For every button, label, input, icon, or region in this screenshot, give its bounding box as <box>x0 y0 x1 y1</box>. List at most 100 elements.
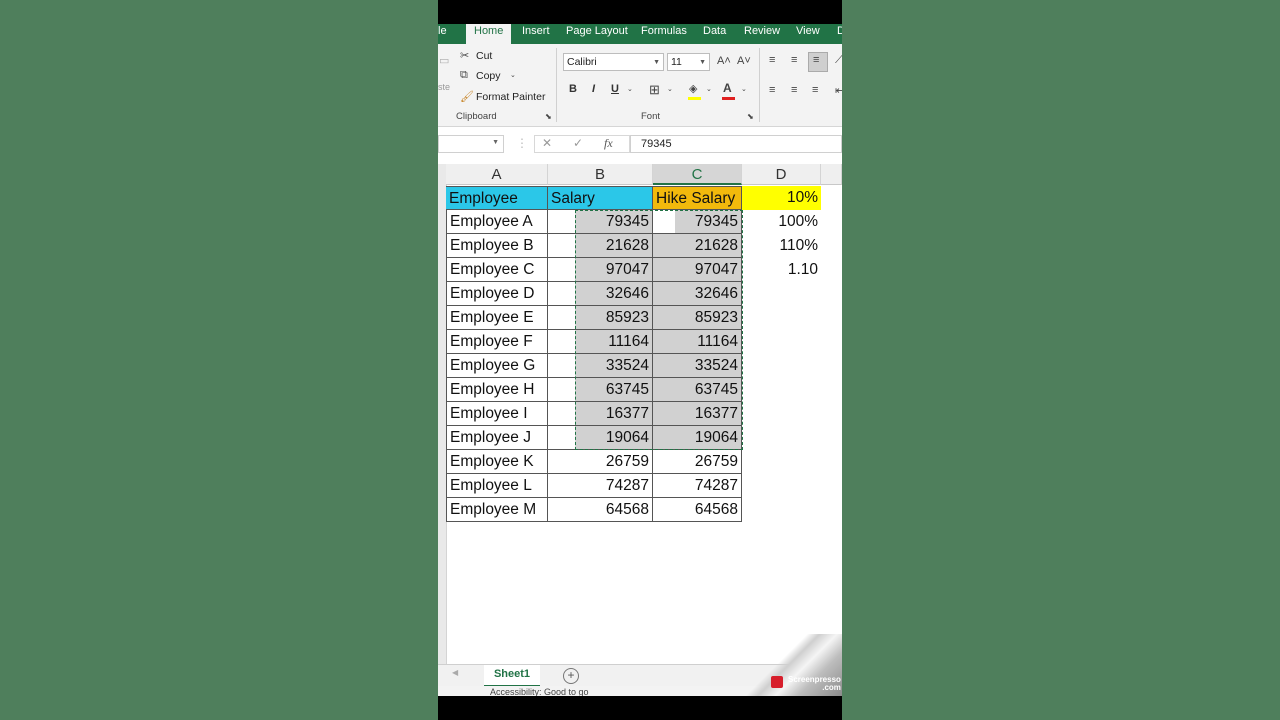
bold-button[interactable]: B <box>569 83 577 95</box>
column-header-b[interactable]: B <box>548 164 653 185</box>
dialog-launcher-icon[interactable]: ⬊ <box>545 112 552 121</box>
indent-icon[interactable]: ⇤ <box>835 84 842 97</box>
cell-employee-name[interactable]: Employee B <box>446 234 548 258</box>
align-middle-icon[interactable]: ≡ <box>791 54 797 66</box>
insert-function-button[interactable]: fx <box>604 136 613 151</box>
cell-c1[interactable]: Hike Salary <box>653 186 742 210</box>
tab-developer[interactable]: D <box>837 24 842 44</box>
cell-hike-salary[interactable]: 19064 <box>653 426 742 450</box>
copy-icon[interactable]: ⧉ <box>460 69 468 82</box>
font-name-dropdown[interactable]: Calibri ▼ <box>563 53 664 71</box>
column-header-c[interactable]: C <box>653 164 742 185</box>
underline-button[interactable]: U <box>611 83 619 95</box>
cell-a1[interactable]: Employee <box>446 186 548 210</box>
column-header-e[interactable] <box>821 164 842 185</box>
accessibility-status[interactable]: Accessibility: Good to go <box>490 687 589 696</box>
grow-font-button[interactable]: A˄ <box>717 55 731 67</box>
cell-hike-salary[interactable]: 16377 <box>653 402 742 426</box>
cell-b1[interactable]: Salary <box>548 186 653 210</box>
borders-icon[interactable]: ⊞ <box>649 82 660 98</box>
cell-d[interactable]: 1.10 <box>742 258 821 282</box>
cell-employee-name[interactable]: Employee L <box>446 474 548 498</box>
cell-hike-salary[interactable]: 21628 <box>653 234 742 258</box>
name-box[interactable]: ▼ <box>438 135 504 153</box>
align-bottom-button[interactable]: ≡ <box>808 52 828 72</box>
cell-d[interactable] <box>742 306 821 330</box>
font-size-dropdown[interactable]: 11 ▼ <box>667 53 710 71</box>
tab-insert[interactable]: Insert <box>522 24 550 44</box>
font-color-icon[interactable]: A <box>723 81 732 95</box>
borders-dropdown-icon[interactable]: ⌄ <box>667 85 673 93</box>
cell-salary[interactable]: 19064 <box>548 426 653 450</box>
more-options-icon[interactable]: ⋮ <box>516 136 528 150</box>
align-center-icon[interactable]: ≡ <box>791 84 797 96</box>
font-color-dropdown-icon[interactable]: ⌄ <box>741 85 747 93</box>
cell-hike-salary[interactable]: 85923 <box>653 306 742 330</box>
cell-employee-name[interactable]: Employee J <box>446 426 548 450</box>
shrink-font-button[interactable]: A˅ <box>737 55 751 67</box>
cell-employee-name[interactable]: Employee A <box>446 210 548 234</box>
column-header-d[interactable]: D <box>742 164 821 185</box>
tab-file[interactable]: le <box>438 24 447 44</box>
paste-icon[interactable]: ▭ <box>439 54 449 67</box>
formula-input[interactable]: 79345 <box>630 135 842 153</box>
tab-page-layout[interactable]: Page Layout <box>566 24 628 44</box>
cell-employee-name[interactable]: Employee D <box>446 282 548 306</box>
cell-d[interactable]: 110% <box>742 234 821 258</box>
cell-employee-name[interactable]: Employee M <box>446 498 548 522</box>
cell-salary[interactable]: 97047 <box>548 258 653 282</box>
cell-hike-salary[interactable]: 26759 <box>653 450 742 474</box>
orientation-icon[interactable]: ⟋ <box>835 54 842 67</box>
enter-check-icon[interactable]: ✓ <box>573 136 583 150</box>
cell-employee-name[interactable]: Employee G <box>446 354 548 378</box>
cell-employee-name[interactable]: Employee C <box>446 258 548 282</box>
cell-salary[interactable]: 21628 <box>548 234 653 258</box>
copy-button[interactable]: Copy <box>476 70 501 82</box>
cell-salary[interactable]: 85923 <box>548 306 653 330</box>
cell-salary[interactable]: 11164 <box>548 330 653 354</box>
cell-salary[interactable]: 63745 <box>548 378 653 402</box>
cell-hike-salary[interactable]: 63745 <box>653 378 742 402</box>
cell-salary[interactable]: 26759 <box>548 450 653 474</box>
cell-d[interactable] <box>742 426 821 450</box>
cell-salary[interactable]: 74287 <box>548 474 653 498</box>
cell-d[interactable] <box>742 498 821 522</box>
cell-salary[interactable]: 64568 <box>548 498 653 522</box>
column-header-a[interactable]: A <box>446 164 548 185</box>
format-painter-button[interactable]: Format Painter <box>476 91 545 103</box>
cell-d[interactable] <box>742 402 821 426</box>
align-left-icon[interactable]: ≡ <box>769 84 775 96</box>
cell-employee-name[interactable]: Employee F <box>446 330 548 354</box>
italic-button[interactable]: I <box>592 83 595 95</box>
cell-d[interactable] <box>742 282 821 306</box>
worksheet-grid[interactable]: A B C D Employee Salary Hike Salary 10% … <box>438 164 842 664</box>
sheet-tab-sheet1[interactable]: Sheet1 <box>484 665 540 687</box>
cell-hike-salary[interactable]: 32646 <box>653 282 742 306</box>
cut-button[interactable]: Cut <box>476 50 492 62</box>
paste-label[interactable]: ste <box>438 82 450 92</box>
cell-d[interactable]: 100% <box>742 210 821 234</box>
cell-employee-name[interactable]: Employee I <box>446 402 548 426</box>
cell-d[interactable] <box>742 354 821 378</box>
dialog-launcher-icon[interactable]: ⬊ <box>747 112 754 121</box>
tab-home[interactable]: Home <box>466 24 512 44</box>
paintbrush-icon[interactable]: 🖌 <box>460 90 474 103</box>
cell-hike-salary[interactable]: 97047 <box>653 258 742 282</box>
cell-salary[interactable]: 79345 <box>548 210 653 234</box>
cell-hike-salary[interactable]: 74287 <box>653 474 742 498</box>
cell-salary[interactable]: 16377 <box>548 402 653 426</box>
cell-d1[interactable]: 10% <box>742 186 821 210</box>
cell-employee-name[interactable]: Employee E <box>446 306 548 330</box>
cancel-icon[interactable]: ✕ <box>542 136 552 150</box>
cell-salary[interactable]: 33524 <box>548 354 653 378</box>
tab-data[interactable]: Data <box>703 24 726 44</box>
tab-review[interactable]: Review <box>744 24 780 44</box>
tab-formulas[interactable]: Formulas <box>641 24 687 44</box>
cell-d[interactable] <box>742 474 821 498</box>
cell-hike-salary[interactable]: 33524 <box>653 354 742 378</box>
cell-d[interactable] <box>742 378 821 402</box>
cell-employee-name[interactable]: Employee K <box>446 450 548 474</box>
align-top-icon[interactable]: ≡ <box>769 54 775 66</box>
scroll-left-icon[interactable]: ◀ <box>452 668 458 677</box>
cell-salary[interactable]: 32646 <box>548 282 653 306</box>
